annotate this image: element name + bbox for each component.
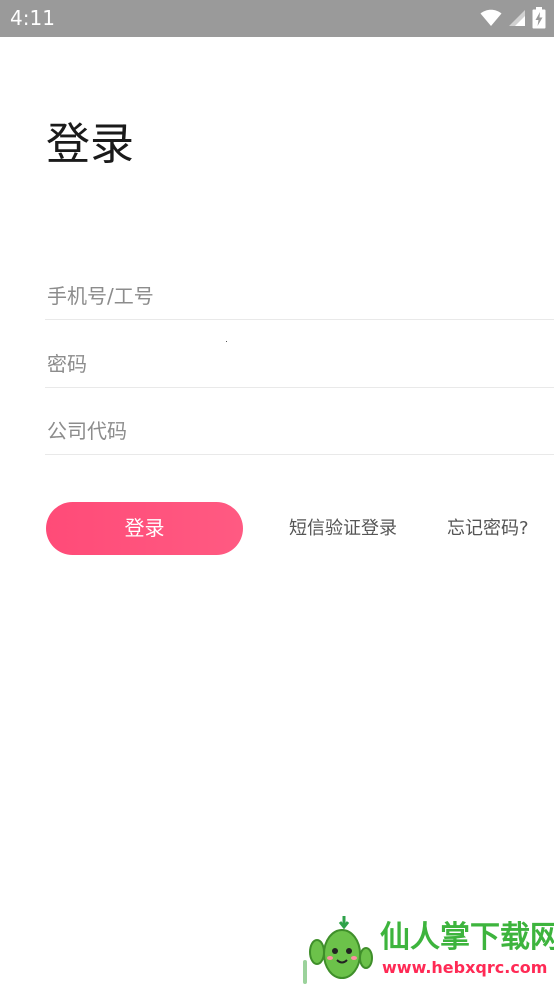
wifi-icon: [480, 9, 502, 27]
login-button[interactable]: 登录: [46, 502, 243, 555]
watermark-title: 仙人掌下载网: [380, 920, 554, 955]
signal-icon: [508, 9, 526, 27]
battery-charging-icon: [532, 7, 546, 29]
watermark-url: www.hebxqrc.com: [382, 958, 548, 977]
password-input[interactable]: [47, 342, 547, 386]
company-code-input[interactable]: [47, 409, 547, 453]
forgot-password-link[interactable]: 忘记密码?: [447, 517, 529, 541]
phone-field: [45, 274, 554, 320]
login-screen: 4:11 登录 登录 短信验证登录 忘记密码?: [0, 0, 554, 984]
company-code-field: [45, 409, 554, 455]
page-title: 登录: [46, 119, 134, 170]
status-icons: [480, 6, 546, 30]
status-bar: 4:11: [0, 0, 554, 37]
watermark: 仙人掌下载网 www.hebxqrc.com: [300, 914, 554, 984]
sms-login-link[interactable]: 短信验证登录: [289, 517, 397, 541]
cactus-mascot-icon: [309, 916, 373, 979]
password-field: [45, 342, 554, 388]
phone-input[interactable]: [47, 274, 547, 318]
status-time: 4:11: [10, 6, 55, 30]
